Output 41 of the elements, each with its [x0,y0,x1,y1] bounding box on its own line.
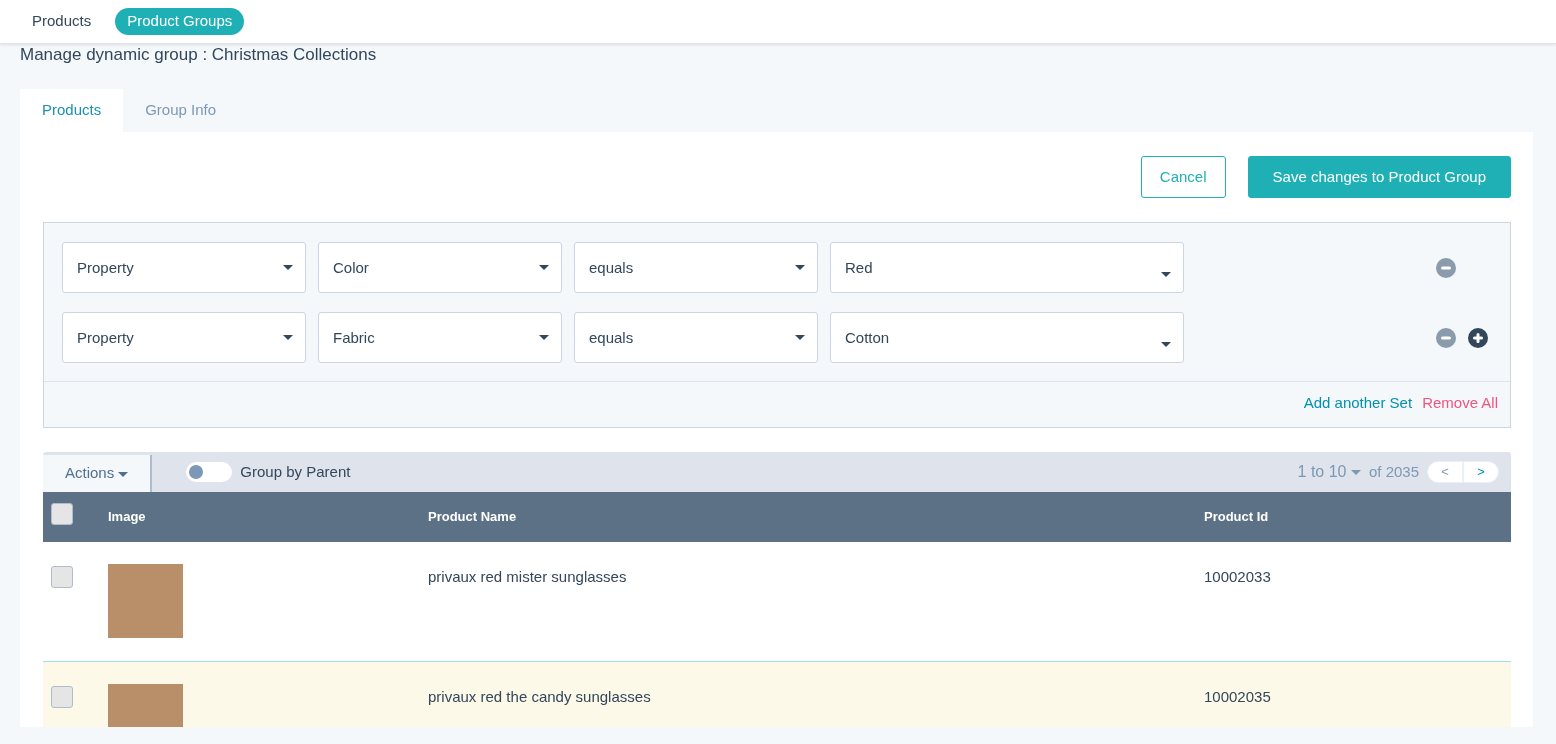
caret-icon [283,335,293,341]
product-id: 10002033 [1204,567,1271,585]
dropdown[interactable]: Cotton [830,312,1184,364]
dropdown[interactable]: Property [62,242,306,294]
row-checkbox[interactable] [51,565,73,588]
product-id: 10002035 [1204,687,1271,705]
caret-icon [539,265,549,271]
caret-icon [539,335,549,341]
minus-circle-icon[interactable] [1436,327,1456,348]
dropdown[interactable]: Property [62,312,306,364]
dropdown[interactable]: equals [574,242,818,294]
caret-icon [1161,342,1171,348]
caret-icon [1350,470,1361,476]
caret-icon [1161,272,1171,278]
column-header: Product Id [1204,509,1269,525]
dropdown[interactable]: Color [318,242,562,294]
toggle-switch[interactable] [186,461,233,482]
product-name: privaux red the candy sunglasses [428,687,651,705]
next-page-button[interactable]: > [1463,460,1499,483]
actions-dropdown[interactable]: Actions [43,454,153,492]
column-header: Image [108,509,146,525]
total-count: of 2035 [1368,461,1419,482]
minus-circle-icon[interactable] [1436,257,1456,278]
dropdown[interactable]: Fabric [318,312,562,364]
column-header: Product Name [428,509,517,525]
nav-tab[interactable]: Products [20,8,104,35]
dropdown[interactable]: Red [830,242,1184,294]
add-set-link[interactable]: Add another Set [1303,392,1413,415]
toggle-label: Group by Parent [240,461,351,482]
plus-circle-icon[interactable] [1468,327,1488,348]
page-title: Manage dynamic group : Christmas Collections [20,44,378,66]
caret-icon [795,265,805,271]
dropdown[interactable]: equals [574,312,818,364]
caret-icon [283,265,293,271]
table-row[interactable]: privaux red the candy sunglasses 10002035 [43,661,1511,727]
tab[interactable]: Products [20,89,124,132]
caret-icon [795,335,805,341]
product-name: privaux red mister sunglasses [428,567,627,585]
select-all-checkbox[interactable] [51,503,73,526]
row-checkbox[interactable] [51,685,73,708]
caret-icon [118,471,129,477]
